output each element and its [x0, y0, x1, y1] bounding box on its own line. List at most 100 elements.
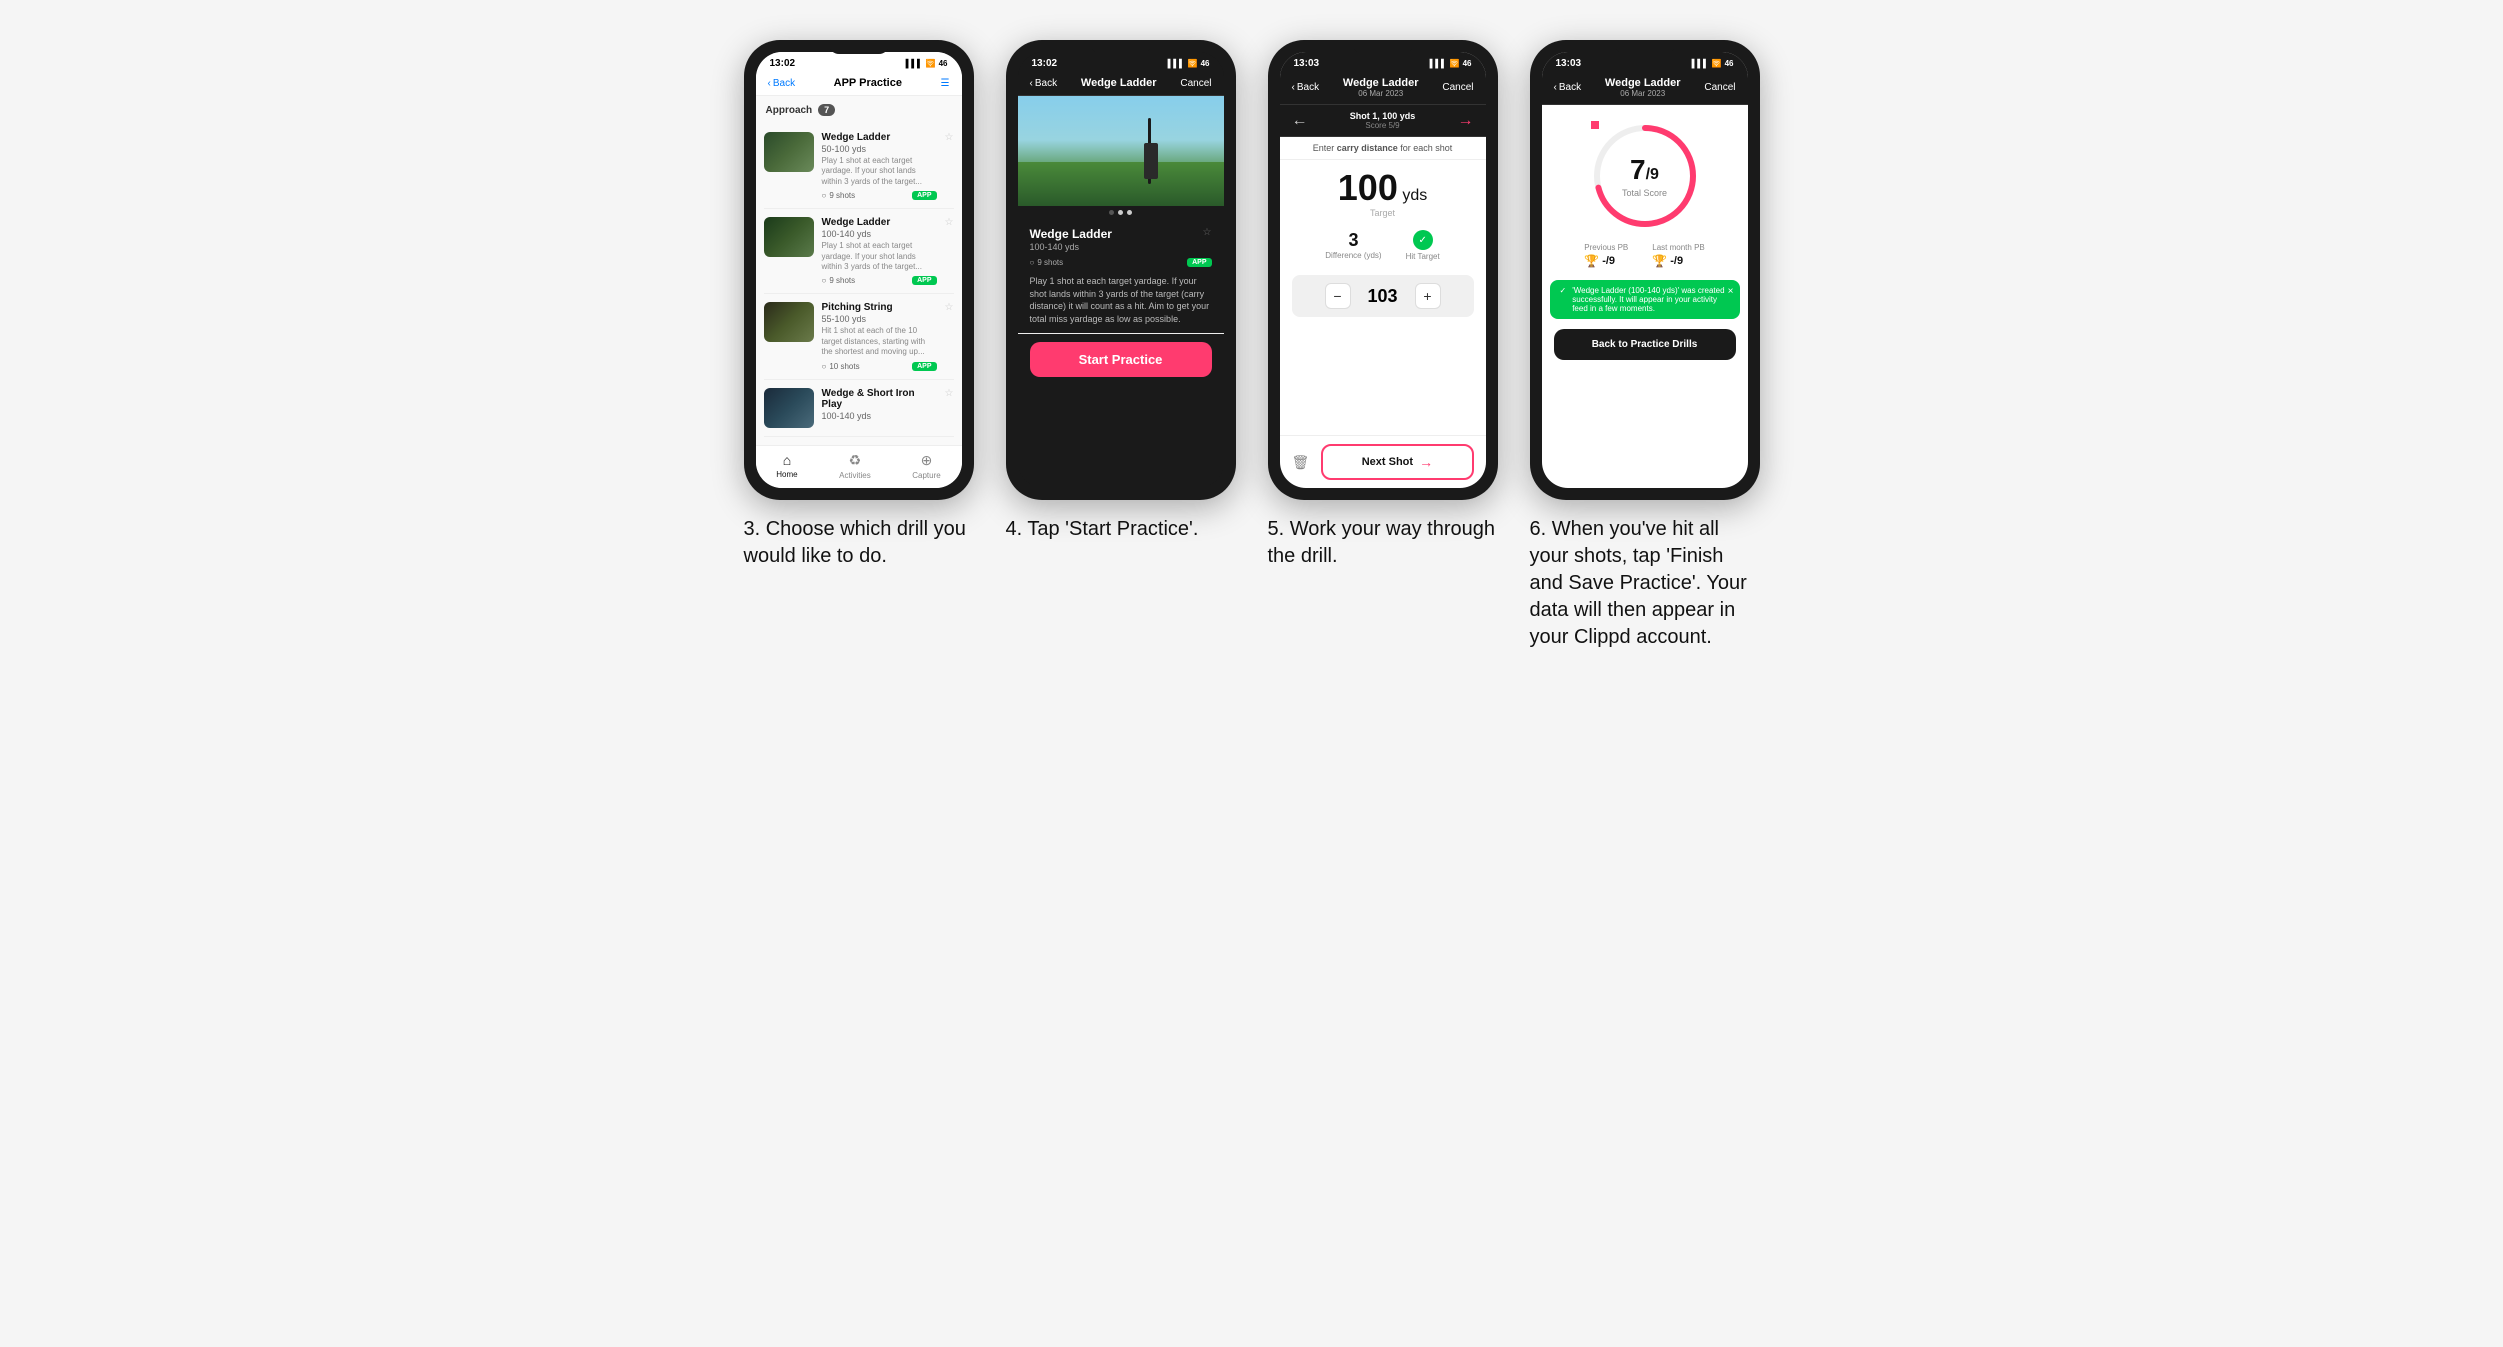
- tab-activities-3[interactable]: ♻ Activities: [839, 452, 871, 480]
- phone-3: 13:02 ▌▌▌ 🛜 46 ‹ Back APP Practice ☰: [744, 40, 974, 500]
- screen-block-6: 13:03 ▌▌▌ 🛜 46 ‹ Back Wedge Ladder: [1530, 40, 1760, 651]
- screens-container: 13:02 ▌▌▌ 🛜 46 ‹ Back APP Practice ☰: [744, 40, 1760, 651]
- screen-content-3: Approach 7 Wedge Ladder 50-100 yds: [756, 96, 962, 445]
- status-time-5: 13:03: [1294, 58, 1320, 69]
- previous-pb-6: Previous PB 🏆 -/9: [1584, 243, 1628, 268]
- last-month-pb-num-6: -/9: [1670, 255, 1683, 267]
- shot-nav-5: ← Shot 1, 100 yds Score 5/9 →: [1280, 105, 1486, 137]
- star-icon-0[interactable]: ☆: [945, 132, 954, 143]
- stepper-row-5: − 103 +: [1292, 275, 1474, 317]
- difference-label-5: Difference (yds): [1325, 251, 1381, 260]
- trophy-icon-month-6: 🏆: [1652, 254, 1667, 268]
- caption-5: 5. Work your way through the drill.: [1268, 516, 1498, 570]
- shot-score-5: Score 5/9: [1350, 121, 1416, 130]
- activities-icon-3: ♻: [849, 452, 862, 469]
- back-btn-4[interactable]: ‹ Back: [1030, 78, 1058, 89]
- status-time-3: 13:02: [770, 58, 796, 69]
- hit-target-label-5: Hit Target: [1406, 252, 1440, 261]
- drill-name-3: Wedge & Short Iron Play: [822, 388, 937, 410]
- shots-count-2: ○ 10 shots: [822, 362, 860, 371]
- toast-close-btn-6[interactable]: ×: [1728, 286, 1734, 297]
- target-yds-5: 100: [1338, 167, 1398, 208]
- battery-icon-4: 46: [1201, 59, 1210, 68]
- battery-icon-6: 46: [1725, 59, 1734, 68]
- star-icon-2[interactable]: ☆: [945, 302, 954, 313]
- trash-icon-5[interactable]: 🗑: [1292, 454, 1310, 471]
- nav-bar-6: ‹ Back Wedge Ladder 06 Mar 2023 Cancel: [1542, 71, 1748, 105]
- nav-title-sub-5: 06 Mar 2023: [1319, 89, 1442, 98]
- star-icon-4[interactable]: ☆: [1203, 227, 1212, 238]
- list-item[interactable]: Pitching String 55-100 yds Hit 1 shot at…: [764, 294, 954, 379]
- clock-icon-0: ○: [822, 191, 827, 200]
- last-month-pb-6: Last month PB 🏆 -/9: [1652, 243, 1704, 268]
- drill-info-1: Wedge Ladder 100-140 yds Play 1 shot at …: [822, 217, 937, 285]
- carry-instruction-5: Enter carry distance for each shot: [1280, 137, 1486, 160]
- shots-count-0: ○ 9 shots: [822, 191, 856, 200]
- stepper-plus-5[interactable]: +: [1415, 283, 1441, 309]
- start-practice-btn[interactable]: Start Practice: [1030, 342, 1212, 377]
- drill-footer-1: ○ 9 shots APP: [822, 276, 937, 285]
- last-month-pb-label-6: Last month PB: [1652, 243, 1704, 252]
- drill-desc-4: Play 1 shot at each target yardage. If y…: [1030, 275, 1212, 325]
- drill-list-3: Wedge Ladder 50-100 yds Play 1 shot at e…: [756, 124, 962, 437]
- menu-btn-3[interactable]: ☰: [941, 78, 950, 89]
- chevron-left-icon-4: ‹: [1030, 78, 1033, 89]
- drill-thumb-3: [764, 388, 814, 428]
- shot-label-5: Shot 1, 100 yds: [1350, 111, 1416, 121]
- category-count-3: 7: [818, 104, 835, 116]
- drill-card-header-4: Wedge Ladder 100-140 yds ☆: [1030, 227, 1212, 254]
- list-item[interactable]: Wedge Ladder 50-100 yds Play 1 shot at e…: [764, 124, 954, 209]
- signal-icon-3: ▌▌▌: [906, 59, 923, 68]
- phone-inner-5: 13:03 ▌▌▌ 🛜 46 ‹ Back Wedge Ladder: [1280, 52, 1486, 488]
- status-icons-5: ▌▌▌ 🛜 46: [1430, 59, 1472, 68]
- status-icons-3: ▌▌▌ 🛜 46: [906, 59, 948, 68]
- score-denom-6: /9: [1646, 166, 1659, 183]
- target-value-row-5: 100 yds: [1280, 170, 1486, 206]
- next-arrow-5[interactable]: →: [1458, 112, 1474, 130]
- drill-desc-1: Play 1 shot at each target yardage. If y…: [822, 241, 937, 272]
- cancel-btn-5[interactable]: Cancel: [1442, 82, 1473, 93]
- prev-arrow-5[interactable]: ←: [1292, 112, 1308, 130]
- status-time-6: 13:03: [1556, 58, 1582, 69]
- list-item[interactable]: Wedge & Short Iron Play 100-140 yds ☆: [764, 380, 954, 437]
- stepper-minus-5[interactable]: −: [1325, 283, 1351, 309]
- cancel-btn-4[interactable]: Cancel: [1180, 78, 1211, 89]
- clock-icon-1: ○: [822, 276, 827, 285]
- hit-target-icon-5: ✓: [1413, 230, 1433, 250]
- back-btn-3[interactable]: ‹ Back: [768, 78, 796, 89]
- target-label-5: Target: [1280, 208, 1486, 218]
- tab-home-3[interactable]: ⌂ Home: [776, 452, 797, 480]
- drill-img-3: [764, 388, 814, 428]
- back-label-3: Back: [773, 78, 795, 89]
- previous-pb-label-6: Previous PB: [1584, 243, 1628, 252]
- cancel-btn-6[interactable]: Cancel: [1704, 82, 1735, 93]
- difference-metric-5: 3 Difference (yds): [1325, 230, 1381, 261]
- drill-footer-4: ○ 9 shots APP: [1030, 258, 1212, 267]
- next-shot-btn-5[interactable]: Next Shot →: [1321, 444, 1473, 480]
- nav-title-sub-6: 06 Mar 2023: [1581, 89, 1704, 98]
- back-btn-6[interactable]: ‹ Back: [1554, 82, 1582, 93]
- next-shot-arrow-5: →: [1419, 454, 1433, 470]
- list-item[interactable]: Wedge Ladder 100-140 yds Play 1 shot at …: [764, 209, 954, 294]
- star-icon-1[interactable]: ☆: [945, 217, 954, 228]
- capture-icon-3: ⊕: [921, 452, 933, 469]
- back-btn-5[interactable]: ‹ Back: [1292, 82, 1320, 93]
- image-dots-4: [1018, 206, 1224, 219]
- tab-capture-3[interactable]: ⊕ Capture: [912, 452, 940, 480]
- clock-icon-2: ○: [822, 362, 827, 371]
- star-icon-3[interactable]: ☆: [945, 388, 954, 399]
- status-bar-5: 13:03 ▌▌▌ 🛜 46: [1280, 52, 1486, 71]
- drill-thumb-1: [764, 217, 814, 257]
- signal-icon-4: ▌▌▌: [1168, 59, 1185, 68]
- home-icon-3: ⌂: [783, 452, 791, 468]
- back-label-6: Back: [1559, 82, 1581, 93]
- score-fraction-6: 7/9: [1622, 154, 1667, 186]
- drill-thumb-2: [764, 302, 814, 342]
- last-month-pb-value-6: 🏆 -/9: [1652, 254, 1704, 268]
- nav-title-4: Wedge Ladder: [1057, 77, 1180, 89]
- nav-bar-3: ‹ Back APP Practice ☰: [756, 71, 962, 96]
- back-to-practice-btn-6[interactable]: Back to Practice Drills: [1554, 329, 1736, 360]
- drill-yds-4: 100-140 yds: [1030, 242, 1112, 252]
- app-badge-2: APP: [912, 362, 936, 371]
- grass-layer-4: [1018, 162, 1224, 206]
